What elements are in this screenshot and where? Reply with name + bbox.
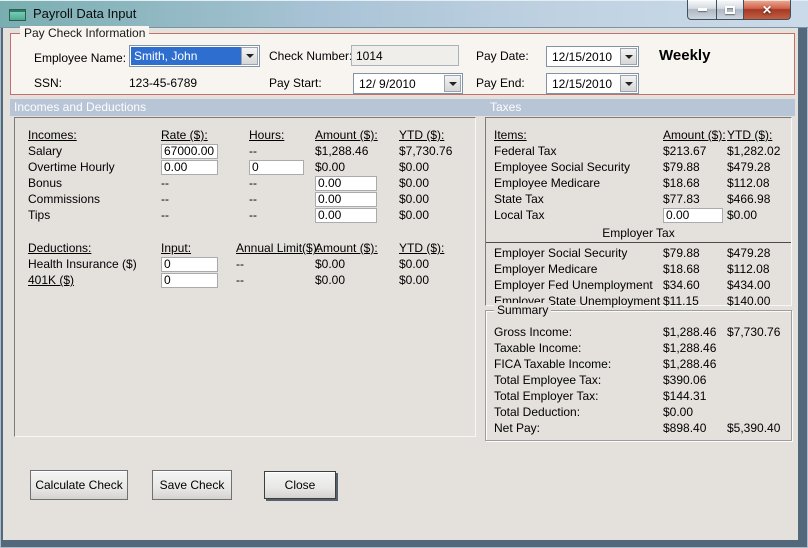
taxes-panel: Items: Amount ($): YTD ($): Federal Tax … — [485, 117, 792, 308]
pay-date-value: 12/15/2010 — [552, 50, 613, 64]
minimize-button[interactable] — [687, 0, 717, 20]
tax-row-state: State Tax $77.83 $466.98 — [494, 192, 771, 206]
pay-end-value: 12/15/2010 — [552, 77, 613, 91]
deductions-header-row: Deductions: Input: Annual Limit($): Amou… — [28, 241, 445, 255]
window-title: Payroll Data Input — [33, 6, 137, 21]
summary-row-employer-tax: Total Employer Tax: $144.31 — [494, 389, 707, 403]
close-icon: ✕ — [761, 2, 773, 17]
maximize-icon — [725, 5, 735, 14]
tax-row-employer-fed-unemp: Employer Fed Unemployment $34.60 $434.00 — [494, 278, 771, 292]
paycheck-info-group: Pay Check Information Employee Name: Smi… — [10, 26, 795, 95]
check-number-input[interactable] — [351, 45, 459, 66]
pay-date-label: Pay Date: — [476, 49, 529, 63]
close-window-button[interactable]: ✕ — [744, 0, 791, 20]
incomes-header-row: Incomes: Rate ($): Hours: Amount ($): YT… — [28, 128, 445, 142]
overtime-hours-input[interactable] — [249, 159, 304, 175]
paycheck-group-label: Pay Check Information — [20, 26, 150, 40]
chevron-down-icon[interactable] — [444, 75, 461, 92]
save-check-button[interactable]: Save Check — [152, 470, 232, 500]
summary-row-gross: Gross Income: $1,288.46 $7,730.76 — [494, 325, 781, 339]
tax-row-emp-ss: Employee Social Security $79.88 $479.28 — [494, 160, 771, 174]
employee-name-select[interactable]: Smith, John — [129, 45, 260, 67]
commissions-amount-input[interactable] — [315, 191, 377, 207]
pay-start-picker[interactable]: 12/ 9/2010 — [353, 73, 463, 94]
401k-input[interactable] — [161, 272, 218, 288]
tax-row-federal: Federal Tax $213.67 $1,282.02 — [494, 144, 781, 158]
health-insurance-input[interactable] — [161, 256, 218, 272]
taxes-header-row: Items: Amount ($): YTD ($): — [494, 128, 773, 142]
tax-row-local: Local Tax $0.00 — [486, 207, 791, 223]
overtime-rate-input[interactable] — [161, 159, 218, 175]
bonus-amount-input[interactable] — [315, 175, 377, 191]
chevron-down-icon[interactable] — [241, 47, 258, 65]
income-row-tips: Tips -- -- $0.00 — [15, 207, 475, 223]
calculate-check-button[interactable]: Calculate Check — [30, 470, 128, 500]
summary-row-fica: FICA Taxable Income: $1,288.46 — [494, 357, 717, 371]
minimize-icon — [697, 8, 707, 11]
summary-row-net-pay: Net Pay: $898.40 $5,390.40 — [494, 421, 781, 435]
tax-row-emp-medicare: Employee Medicare $18.68 $112.08 — [494, 176, 770, 190]
payroll-window: Payroll Data Input ✕ Pay Check Informati… — [0, 0, 808, 548]
salary-rate-input[interactable] — [161, 143, 218, 159]
summary-group-label: Summary — [494, 303, 552, 317]
tax-row-employer-ss: Employer Social Security $79.88 $479.28 — [494, 246, 771, 260]
employer-tax-header: Employer Tax — [486, 226, 791, 243]
check-number-label: Check Number: — [269, 49, 353, 63]
pay-start-label: Pay Start: — [269, 76, 322, 90]
summary-group: Summary Gross Income: $1,288.46 $7,730.7… — [485, 303, 792, 441]
pay-start-value: 12/ 9/2010 — [359, 77, 416, 91]
deduction-row-health: Health Insurance ($) -- $0.00 $0.00 — [15, 256, 475, 272]
chevron-down-icon[interactable] — [620, 75, 637, 92]
pay-end-label: Pay End: — [476, 76, 525, 90]
local-tax-input[interactable] — [663, 207, 723, 223]
income-row-bonus: Bonus -- -- $0.00 — [15, 175, 475, 191]
deduction-row-401k: 401K ($) -- $0.00 $0.00 — [15, 272, 475, 288]
summary-row-deduction: Total Deduction: $0.00 — [494, 405, 694, 419]
employee-name-label: Employee Name: — [34, 51, 127, 65]
ssn-label: SSN: — [34, 76, 63, 90]
summary-row-taxable: Taxable Income: $1,288.46 — [494, 341, 717, 355]
incomes-deductions-panel: Incomes: Rate ($): Hours: Amount ($): YT… — [14, 117, 476, 437]
ssn-value: 123-45-6789 — [129, 76, 198, 90]
incomes-section-header: Incomes and Deductions — [14, 100, 147, 114]
income-row-overtime: Overtime Hourly $0.00 $0.00 — [15, 159, 475, 175]
taxes-section-header: Taxes — [490, 100, 522, 114]
tax-row-employer-medicare: Employer Medicare $18.68 $112.08 — [494, 262, 770, 276]
tips-amount-input[interactable] — [315, 207, 377, 223]
section-band: Incomes and Deductions Taxes — [10, 99, 795, 116]
app-icon — [9, 9, 26, 21]
pay-date-picker[interactable]: 12/15/2010 — [546, 46, 639, 67]
close-button[interactable]: Close — [264, 471, 336, 499]
income-row-salary: Salary -- $1,288.46 $7,730.76 — [15, 143, 475, 159]
titlebar[interactable]: Payroll Data Input ✕ — [0, 0, 808, 28]
pay-frequency-label: Weekly — [659, 47, 711, 64]
maximize-button[interactable] — [717, 0, 744, 20]
pay-end-picker[interactable]: 12/15/2010 — [546, 73, 639, 94]
summary-row-emp-tax: Total Employee Tax: $390.06 — [494, 373, 707, 387]
employee-name-value: Smith, John — [131, 47, 241, 65]
income-row-commissions: Commissions -- -- $0.00 — [15, 191, 475, 207]
chevron-down-icon[interactable] — [620, 48, 637, 65]
